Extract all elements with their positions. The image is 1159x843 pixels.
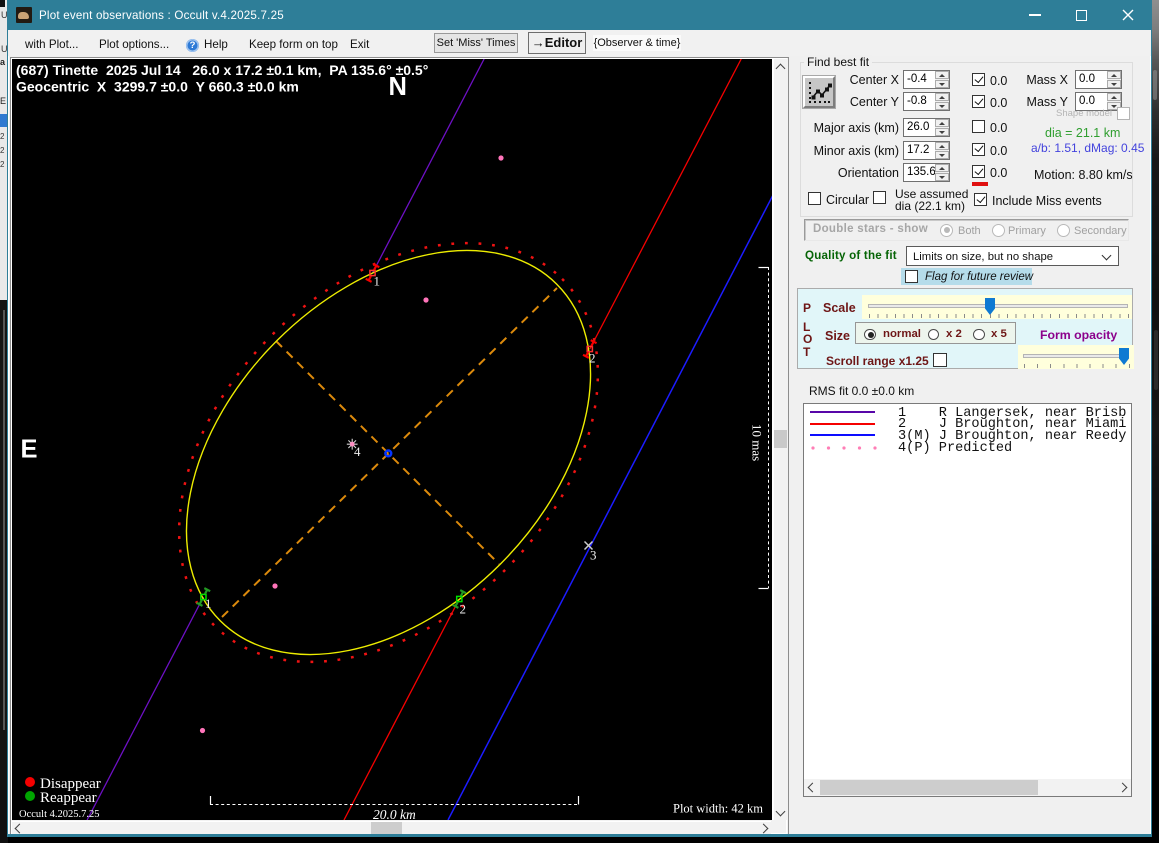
svg-text:1: 1 — [205, 596, 212, 611]
svg-text:Reappear: Reappear — [40, 790, 97, 806]
svg-text:10 mas: 10 mas — [750, 424, 765, 461]
svg-text:4: 4 — [354, 444, 361, 459]
svg-text:1: 1 — [374, 274, 381, 289]
svg-text:N: N — [389, 73, 407, 101]
svg-text:E: E — [21, 436, 38, 464]
svg-text:Occult 4.2025.7.25: Occult 4.2025.7.25 — [19, 809, 100, 820]
svg-text:3: 3 — [590, 548, 597, 563]
svg-text:2: 2 — [460, 602, 467, 617]
svg-text:2: 2 — [589, 351, 596, 366]
svg-text:20.0 km: 20.0 km — [373, 807, 416, 820]
svg-text:(687) Tinette 2025 Jul 14 2: (687) Tinette 2025 Jul 14 26.0 x 17.2 ±0… — [16, 62, 428, 78]
svg-text:Geocentric X 3299.7 ±0.0 Y: Geocentric X 3299.7 ±0.0 Y 660.3 ±0.0 km — [16, 79, 299, 95]
svg-text:Plot width: 42 km: Plot width: 42 km — [673, 802, 763, 816]
